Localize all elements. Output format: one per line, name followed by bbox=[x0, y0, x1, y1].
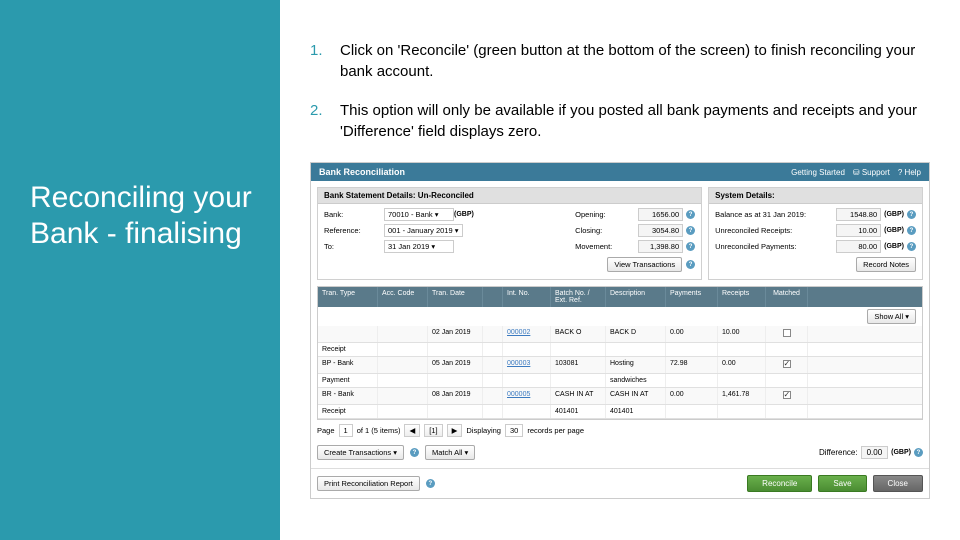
table-row[interactable]: Receipt bbox=[318, 343, 922, 357]
step-text: This option will only be available if yo… bbox=[340, 100, 930, 142]
getting-started-link[interactable]: Getting Started bbox=[791, 168, 845, 177]
grid-actions: Create Transactions ▾ ? Match All ▾ Diff… bbox=[311, 441, 929, 464]
to-date-select[interactable]: 31 Jan 2019 ▾ bbox=[384, 240, 454, 253]
info-icon[interactable]: ? bbox=[914, 448, 923, 457]
reference-label: Reference: bbox=[324, 226, 384, 235]
match-all-button[interactable]: Match All ▾ bbox=[425, 445, 475, 460]
bank-statement-panel: Bank Statement Details: Un-Reconciled Ba… bbox=[317, 187, 702, 280]
reconcile-button[interactable]: Reconcile bbox=[747, 475, 812, 492]
info-icon[interactable]: ? bbox=[907, 210, 916, 219]
info-icon[interactable]: ? bbox=[426, 479, 435, 488]
page-first-icon[interactable]: ◀ bbox=[404, 424, 420, 437]
bank-currency: (GBP) bbox=[454, 211, 474, 218]
info-icon[interactable]: ? bbox=[686, 260, 695, 269]
difference-currency: (GBP) bbox=[891, 449, 911, 456]
page-label: Page bbox=[317, 426, 335, 435]
opening-value: 1656.00 bbox=[638, 208, 683, 221]
table-row[interactable]: 02 Jan 2019000002BACK OBACK D0.0010.00 bbox=[318, 326, 922, 343]
view-transactions-button[interactable]: View Transactions bbox=[607, 257, 682, 272]
balance-value: 1548.80 bbox=[836, 208, 881, 221]
table-row[interactable]: Paymentsandwiches bbox=[318, 374, 922, 388]
closing-value: 3054.80 bbox=[638, 224, 683, 237]
help-link[interactable]: ? Help bbox=[898, 168, 921, 177]
create-transactions-button[interactable]: Create Transactions ▾ bbox=[317, 445, 404, 460]
difference-value: 0.00 bbox=[861, 446, 889, 459]
system-details-panel: System Details: Balance as at 31 Jan 201… bbox=[708, 187, 923, 280]
table-row[interactable]: BR - Bank08 Jan 2019000005CASH IN ATCASH… bbox=[318, 388, 922, 405]
page-last-icon[interactable]: ▶ bbox=[447, 424, 463, 437]
matched-checkbox[interactable] bbox=[783, 391, 791, 399]
slide-sidebar: Reconciling your Bank - finalising bbox=[0, 0, 280, 540]
panel-heading: System Details: bbox=[709, 188, 922, 204]
record-notes-button[interactable]: Record Notes bbox=[856, 257, 916, 272]
transactions-grid: Tran. Type Acc. Code Tran. Date Int. No.… bbox=[317, 286, 923, 420]
reference-select[interactable]: 001 - January 2019 ▾ bbox=[384, 224, 463, 237]
panel-heading: Bank Statement Details: Un-Reconciled bbox=[318, 188, 701, 204]
print-report-button[interactable]: Print Reconciliation Report bbox=[317, 476, 420, 491]
info-icon[interactable]: ? bbox=[686, 226, 695, 235]
page-number[interactable]: 1 bbox=[339, 424, 353, 437]
bank-label: Bank: bbox=[324, 210, 384, 219]
difference-label: Difference: bbox=[819, 448, 858, 457]
close-button[interactable]: Close bbox=[873, 475, 923, 492]
step-number: 1. bbox=[310, 40, 340, 82]
support-link[interactable]: ⛁ Support bbox=[853, 168, 890, 177]
to-label: To: bbox=[324, 242, 384, 251]
save-button[interactable]: Save bbox=[818, 475, 866, 492]
unrec-receipts-value: 10.00 bbox=[836, 224, 881, 237]
step-number: 2. bbox=[310, 100, 340, 142]
show-all-button[interactable]: Show All ▾ bbox=[867, 309, 916, 324]
slide-content: 1. Click on 'Reconcile' (green button at… bbox=[280, 0, 960, 540]
closing-label: Closing: bbox=[575, 226, 635, 235]
pager: Page 1 of 1 (5 items) ◀ [1] ▶ Displaying… bbox=[311, 420, 929, 441]
info-icon[interactable]: ? bbox=[410, 448, 419, 457]
step-text: Click on 'Reconcile' (green button at th… bbox=[340, 40, 930, 82]
info-icon[interactable]: ? bbox=[686, 210, 695, 219]
matched-checkbox[interactable] bbox=[783, 329, 791, 337]
info-icon[interactable]: ? bbox=[907, 242, 916, 251]
displaying-label: Displaying bbox=[466, 426, 501, 435]
app-footer: Print Reconciliation Report ? Reconcile … bbox=[311, 468, 929, 498]
unrec-payments-label: Unreconciled Payments: bbox=[715, 242, 825, 251]
unrec-receipts-label: Unreconciled Receipts: bbox=[715, 226, 825, 235]
grid-header: Tran. Type Acc. Code Tran. Date Int. No.… bbox=[318, 287, 922, 307]
steps-list: 1. Click on 'Reconcile' (green button at… bbox=[310, 40, 930, 142]
unrec-payments-value: 80.00 bbox=[836, 240, 881, 253]
slide-title: Reconciling your Bank - finalising bbox=[30, 180, 260, 252]
movement-label: Movement: bbox=[575, 242, 635, 251]
app-screenshot: Bank Reconciliation Getting Started ⛁ Su… bbox=[310, 162, 930, 499]
balance-label: Balance as at 31 Jan 2019: bbox=[715, 210, 825, 219]
per-page-select[interactable]: 30 bbox=[505, 424, 523, 437]
app-header: Bank Reconciliation Getting Started ⛁ Su… bbox=[311, 163, 929, 181]
step-item: 2. This option will only be available if… bbox=[310, 100, 930, 142]
header-links: Getting Started ⛁ Support ? Help bbox=[791, 168, 921, 177]
table-row[interactable]: Receipt401401401401 bbox=[318, 405, 922, 419]
bank-select[interactable]: 70010 - Bank ▾ bbox=[384, 208, 454, 221]
info-icon[interactable]: ? bbox=[907, 226, 916, 235]
matched-checkbox[interactable] bbox=[783, 360, 791, 368]
app-title: Bank Reconciliation bbox=[319, 167, 405, 177]
page-of: of 1 (5 items) bbox=[357, 426, 401, 435]
page-current[interactable]: [1] bbox=[424, 424, 442, 437]
per-page-label: records per page bbox=[527, 426, 584, 435]
table-row[interactable]: BP - Bank05 Jan 2019000003103081Hosting7… bbox=[318, 357, 922, 374]
opening-label: Opening: bbox=[575, 210, 635, 219]
step-item: 1. Click on 'Reconcile' (green button at… bbox=[310, 40, 930, 82]
info-icon[interactable]: ? bbox=[686, 242, 695, 251]
movement-value: 1,398.80 bbox=[638, 240, 683, 253]
